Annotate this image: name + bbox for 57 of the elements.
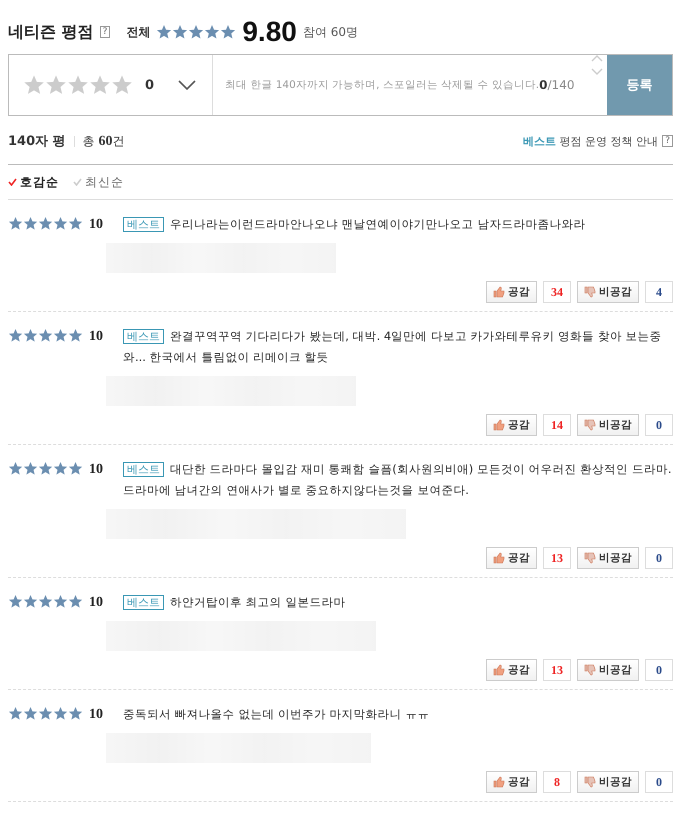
dislike-button[interactable]: 비공감	[577, 414, 639, 436]
thumbs-down-icon	[584, 419, 596, 431]
like-count: 14	[543, 414, 571, 436]
like-button[interactable]: 공감	[486, 414, 537, 436]
total-count: 총 60건	[82, 132, 124, 150]
review-text: 베스트 대단한 드라마다 몰입감 재미 통쾌함 슬픔(회사원의비애) 모든것이 어우러진 환상적인 드라마. 드라마에 남녀간의 연애사가 별로 중요하지않다는것을 보여준다.	[123, 461, 673, 499]
best-badge: 베스트	[123, 329, 164, 344]
review-score: 10	[88, 328, 104, 346]
review-score: 10	[88, 216, 104, 234]
review-text: 베스트 하얀거탑이후 최고의 일본드라마	[123, 592, 673, 613]
best-badge: 베스트	[123, 217, 164, 232]
thumbs-up-icon	[493, 419, 505, 431]
best-badge: 베스트	[123, 595, 164, 610]
participants-label: 참여 60명	[302, 24, 358, 40]
thumbs-down-icon	[584, 664, 596, 676]
review-text: 중독되서 빠져나올수 없는데 이번주가 마지막화라니 ㅠㅠ	[123, 706, 430, 723]
like-button[interactable]: 공감	[486, 547, 537, 569]
like-count: 13	[543, 547, 571, 569]
dislike-button[interactable]: 비공감	[577, 547, 639, 569]
review-text: 베스트 우리나라는이런드라마안나오냐 맨날연예이야기만나오고 남자드라마좀나와라	[123, 214, 673, 235]
scope-label: 전체	[126, 24, 150, 40]
help-icon[interactable]: ?	[100, 26, 110, 38]
thumbs-down-icon	[584, 552, 596, 564]
section-title: 네티즌 평점	[8, 22, 94, 42]
dislike-count: 0	[645, 547, 673, 569]
sort-option[interactable]: 최신순	[73, 174, 124, 190]
like-button[interactable]: 공감	[486, 771, 537, 793]
average-score: 9.80	[242, 16, 297, 48]
policy-link[interactable]: 베스트 평점 운영 정책 안내	[523, 134, 658, 148]
thumbs-up-icon	[493, 664, 505, 676]
review-score: 10	[88, 706, 104, 724]
review-score: 10	[88, 594, 104, 612]
help-icon[interactable]: ?	[662, 135, 673, 147]
dislike-button[interactable]: 비공감	[577, 281, 639, 303]
thumbs-up-icon	[493, 552, 505, 564]
like-count: 13	[543, 659, 571, 681]
like-count: 8	[543, 771, 571, 793]
review-text: 베스트 완결꾸역꾸역 기다리다가 봤는데, 대박. 4일만에 다보고 카가와테루유키 영화들 찾아 보는중 와... 한국에서 틀림없이 리메이크 할듯	[123, 328, 663, 366]
thumbs-down-icon	[584, 286, 596, 298]
dislike-count: 0	[645, 414, 673, 436]
dislike-count: 0	[645, 771, 673, 793]
dislike-button[interactable]: 비공감	[577, 659, 639, 681]
list-title: 140자 평	[8, 133, 66, 150]
dislike-button[interactable]: 비공감	[577, 771, 639, 793]
best-badge: 베스트	[123, 462, 164, 477]
dislike-count: 4	[645, 281, 673, 303]
sort-option[interactable]: 호감순	[8, 174, 59, 190]
review-score: 10	[88, 461, 104, 479]
thumbs-up-icon	[493, 286, 505, 298]
dislike-count: 0	[645, 659, 673, 681]
thumbs-down-icon	[584, 776, 596, 788]
check-icon	[8, 178, 17, 186]
thumbs-up-icon	[493, 776, 505, 788]
like-button[interactable]: 공감	[486, 281, 537, 303]
like-button[interactable]: 공감	[486, 659, 537, 681]
check-icon	[73, 178, 82, 186]
like-count: 34	[543, 281, 571, 303]
